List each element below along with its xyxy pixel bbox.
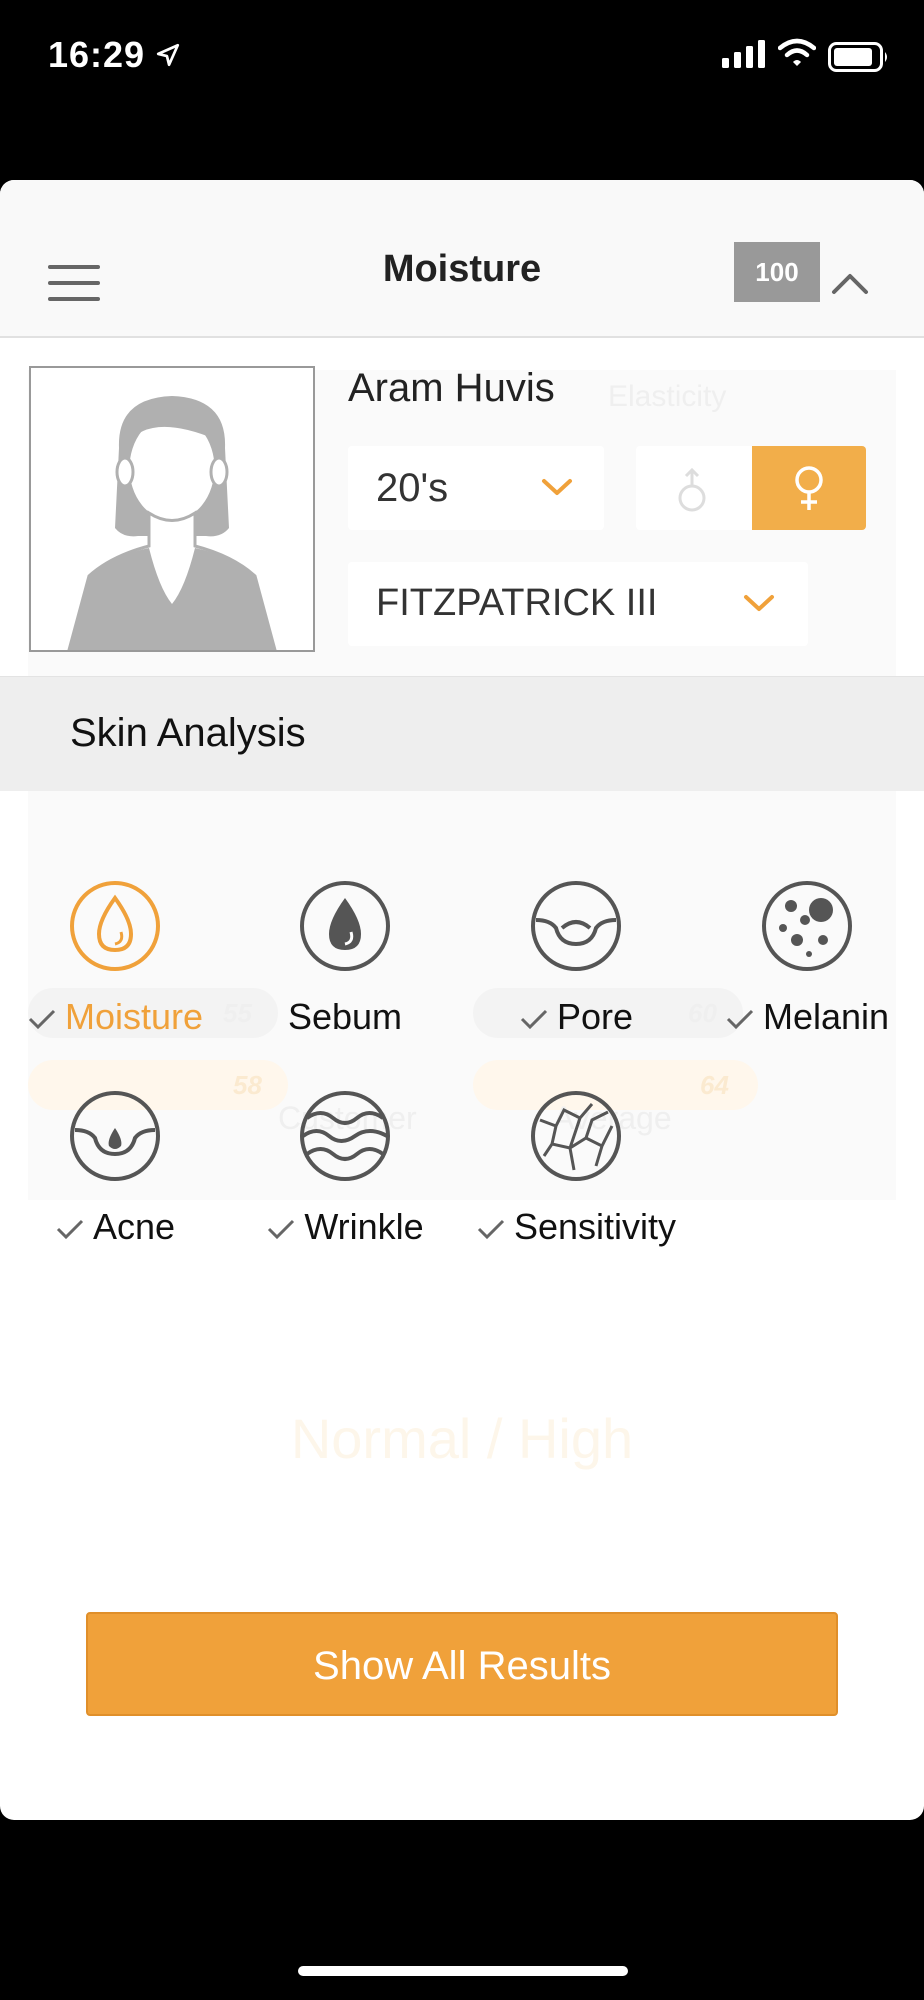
skin-type-dropdown[interactable]: FITZPATRICK III <box>348 562 808 646</box>
home-indicator[interactable] <box>298 1966 628 1976</box>
check-icon <box>726 1010 754 1030</box>
chevron-up-icon[interactable] <box>830 270 870 296</box>
age-value: 20's <box>376 466 449 510</box>
sebum-icon <box>300 881 390 971</box>
male-symbol-icon <box>678 467 706 512</box>
female-option[interactable] <box>752 446 866 530</box>
show-all-results-button[interactable]: Show All Results <box>86 1612 838 1716</box>
analysis-item-label: Wrinkle <box>304 1206 424 1247</box>
pore-icon <box>531 881 621 971</box>
analysis-item-melanin[interactable]: Melanin <box>692 880 922 1050</box>
battery-icon <box>828 42 887 72</box>
chevron-down-icon <box>744 595 774 611</box>
female-avatar-icon <box>67 396 277 652</box>
analysis-item-label: Melanin <box>762 996 890 1037</box>
result-text-faded: Normal / High <box>290 1407 634 1470</box>
cellular-signal-icon <box>722 40 765 68</box>
acne-icon <box>70 1091 160 1181</box>
check-icon <box>28 1010 56 1030</box>
age-dropdown[interactable]: 20's <box>348 446 604 530</box>
location-arrow-icon <box>156 43 180 67</box>
analysis-item-label: Pore <box>556 996 634 1037</box>
analysis-item-sensitivity[interactable]: Sensitivity <box>461 1090 691 1260</box>
app-header: Moisture 100 <box>0 180 924 338</box>
skin-analysis-section: Skin Analysis <box>0 676 924 791</box>
female-symbol-icon <box>795 466 823 510</box>
main-card: Elasticity 55 60 58 64 Customer Average … <box>0 180 924 1820</box>
analysis-item-label: Sebum <box>287 996 403 1037</box>
moisture-icon <box>70 881 160 971</box>
user-name: Aram Huvis <box>348 366 555 410</box>
wrinkle-icon <box>300 1091 390 1181</box>
background-bar-value: 64 <box>700 1070 729 1100</box>
analysis-item-pore[interactable]: Pore <box>461 880 691 1050</box>
section-title: Skin Analysis <box>70 711 306 755</box>
analysis-item-moisture[interactable]: Moisture <box>0 880 230 1050</box>
male-option[interactable] <box>636 446 752 530</box>
check-icon <box>520 1010 548 1030</box>
check-icon <box>56 1220 84 1240</box>
skin-type-value: FITZPATRICK III <box>376 582 658 624</box>
wifi-icon <box>778 38 816 66</box>
check-icon <box>268 1220 295 1240</box>
status-bar: 16:29 <box>0 0 924 120</box>
analysis-item-label: Acne <box>92 1206 176 1247</box>
avatar[interactable] <box>29 366 315 652</box>
score-badge: 100 <box>734 242 820 302</box>
analysis-item-label: Moisture <box>64 996 204 1037</box>
analysis-item-wrinkle[interactable]: Wrinkle <box>230 1090 460 1260</box>
melanin-icon <box>762 881 852 971</box>
background-chart-label: Elasticity <box>608 380 727 413</box>
analysis-item-label: Sensitivity <box>513 1206 677 1247</box>
analysis-item-acne[interactable]: Acne <box>0 1090 230 1260</box>
check-icon <box>477 1220 505 1240</box>
sensitivity-icon <box>531 1091 621 1181</box>
analysis-item-sebum[interactable]: Sebum <box>230 880 460 1050</box>
status-time: 16:29 <box>48 34 146 75</box>
chevron-down-icon <box>542 479 572 495</box>
gender-toggle <box>636 446 866 530</box>
